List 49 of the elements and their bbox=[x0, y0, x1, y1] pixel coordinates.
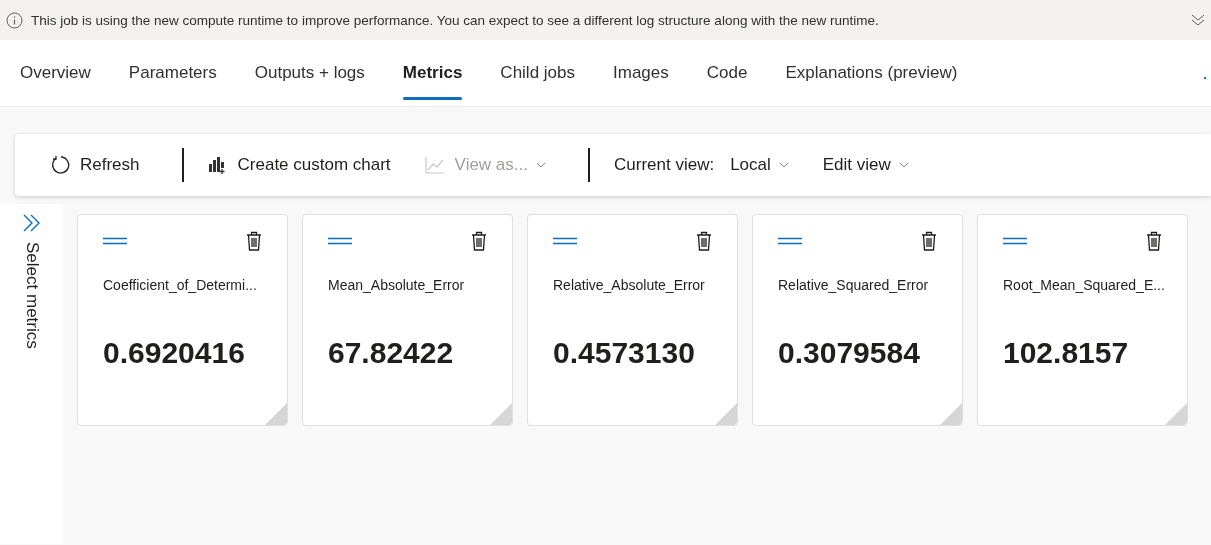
metric-name: Relative_Squared_Error bbox=[778, 277, 929, 293]
tab[interactable]: Explanations (preview) bbox=[785, 40, 977, 106]
bar-chart-icon bbox=[207, 156, 228, 174]
tab[interactable]: Metrics bbox=[402, 40, 482, 106]
metric-value: 0.6920416 bbox=[103, 336, 245, 370]
info-icon bbox=[6, 11, 23, 29]
select-metrics-label[interactable]: Select metrics bbox=[21, 242, 42, 349]
metric-name: Relative_Absolute_Error bbox=[553, 277, 705, 293]
resize-handle-icon[interactable] bbox=[1165, 403, 1187, 425]
toolbar-button[interactable]: Refresh bbox=[50, 155, 140, 175]
chevron-down-icon bbox=[898, 162, 909, 168]
banner-text: This job is using the new compute runtime to improve performance. You can expect to see a different log structure along with the new runtime. bbox=[31, 12, 880, 28]
drag-handle-icon[interactable] bbox=[778, 237, 802, 245]
trash-icon[interactable] bbox=[921, 231, 937, 251]
refresh-icon bbox=[50, 155, 70, 175]
resize-handle-icon[interactable] bbox=[940, 403, 962, 425]
resize-handle-icon[interactable] bbox=[265, 403, 287, 425]
trash-icon[interactable] bbox=[246, 231, 262, 251]
toolbar-dropdown[interactable]: Edit view bbox=[822, 155, 909, 175]
current-view-label: Current view: bbox=[614, 155, 715, 175]
toolbar-button[interactable]: Create custom chart bbox=[207, 155, 391, 175]
drag-handle-icon[interactable] bbox=[553, 237, 577, 245]
toolbar-dropdown[interactable]: Local bbox=[730, 155, 789, 175]
metric-value: 67.82422 bbox=[328, 336, 454, 370]
resize-handle-icon[interactable] bbox=[715, 403, 737, 425]
collapse-icon[interactable] bbox=[1191, 13, 1205, 27]
drag-handle-icon[interactable] bbox=[1003, 237, 1027, 245]
resize-handle-icon[interactable] bbox=[490, 403, 512, 425]
metric-value: 102.8157 bbox=[1003, 336, 1129, 370]
metric-name: Mean_Absolute_Error bbox=[328, 277, 465, 293]
trash-icon[interactable] bbox=[471, 231, 487, 251]
metric-value: 0.3079584 bbox=[778, 336, 920, 370]
trash-icon[interactable] bbox=[1146, 231, 1162, 251]
chevron-down-icon bbox=[778, 162, 789, 168]
drag-handle-icon[interactable] bbox=[103, 237, 127, 245]
tab[interactable]: Child jobs bbox=[500, 40, 594, 106]
metric-name: Root_Mean_Squared_E... bbox=[1003, 277, 1165, 293]
tab[interactable]: Code bbox=[706, 40, 767, 106]
tab[interactable]: Outputs + logs bbox=[254, 40, 384, 106]
expand-icon[interactable] bbox=[21, 214, 42, 232]
tab[interactable]: Overview bbox=[20, 40, 110, 106]
tab[interactable]: Images bbox=[613, 40, 688, 106]
metric-name: Coefficient_of_Determi... bbox=[103, 277, 257, 293]
drag-handle-icon[interactable] bbox=[328, 237, 352, 245]
trash-icon[interactable] bbox=[696, 231, 712, 251]
metric-value: 0.4573130 bbox=[553, 336, 695, 370]
chevron-down-icon bbox=[536, 162, 546, 168]
line-chart-icon bbox=[424, 156, 445, 174]
tab[interactable]: Parameters bbox=[128, 40, 236, 106]
